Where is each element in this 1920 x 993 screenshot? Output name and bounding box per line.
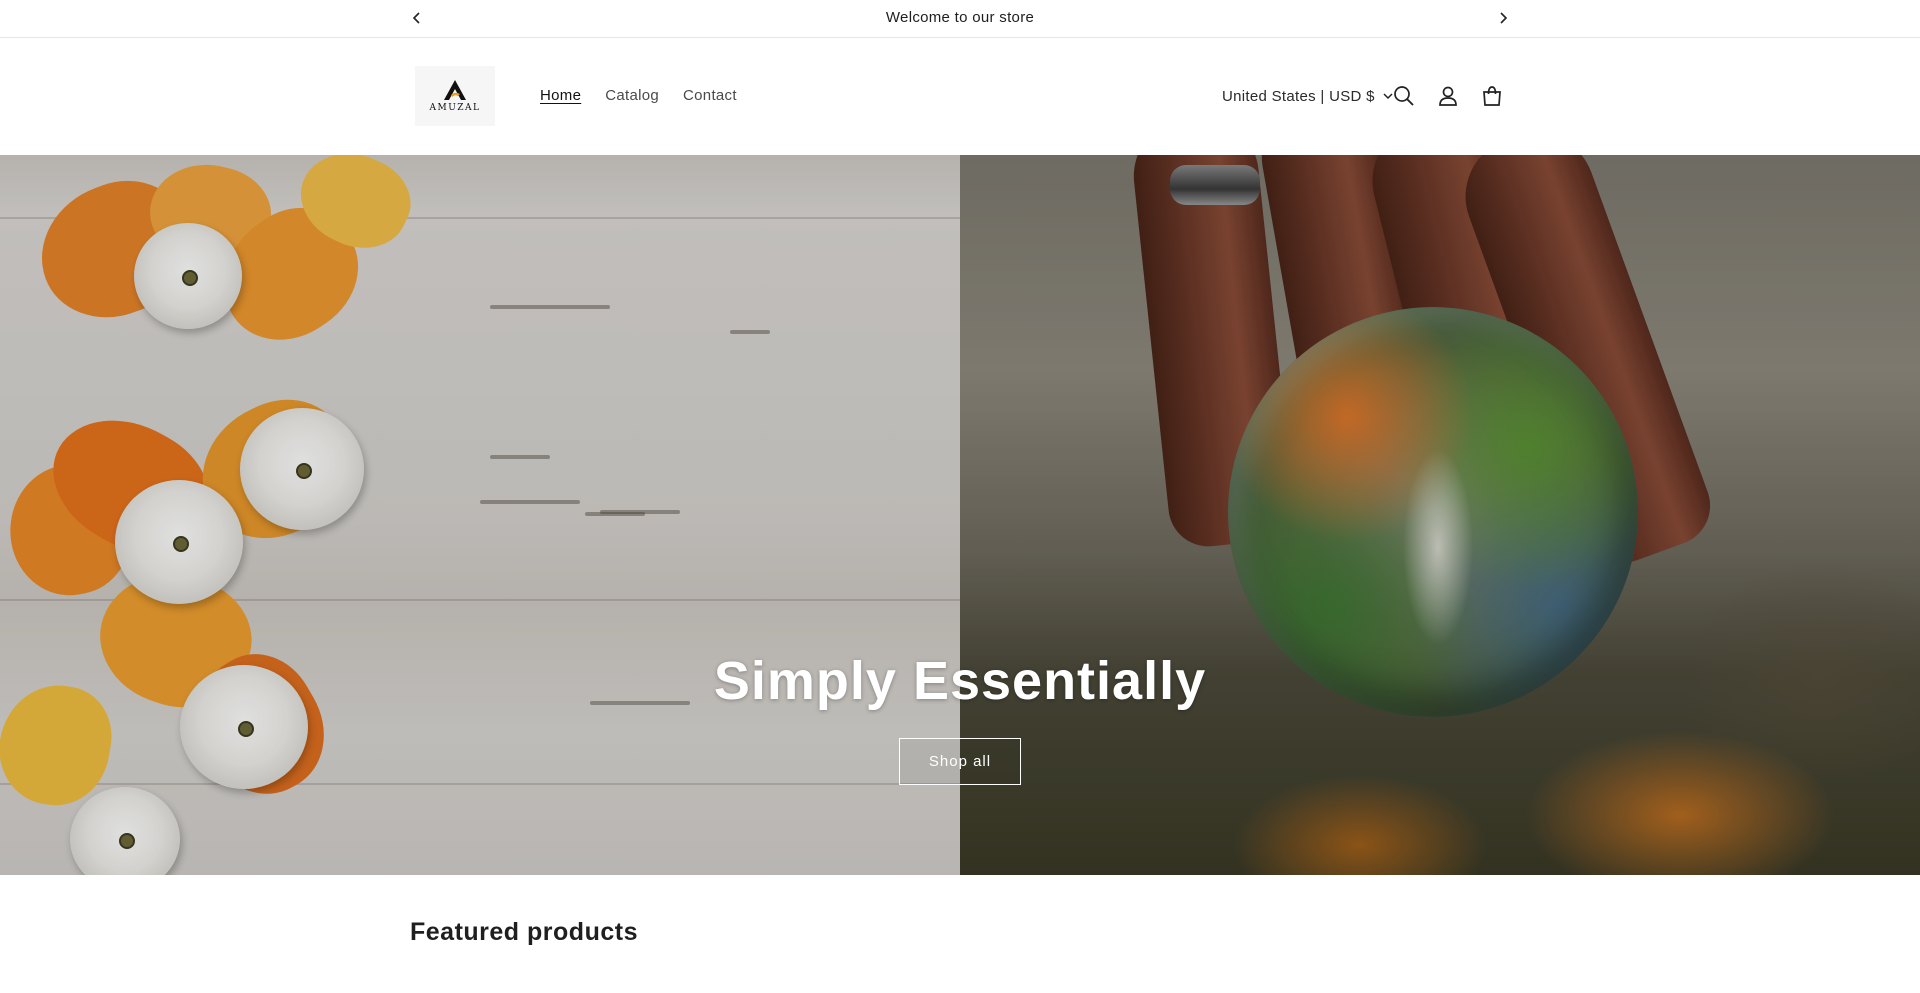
search-icon[interactable] (1390, 82, 1418, 110)
store-logo[interactable]: AMUZAL (415, 66, 495, 126)
country-selector-label: United States | USD $ (1222, 87, 1375, 105)
hero-title: Simply Essentially (713, 651, 1207, 711)
account-icon[interactable] (1434, 82, 1462, 110)
nav-contact[interactable]: Contact (683, 86, 737, 106)
hero-banner: Simply Essentially Shop all (0, 155, 1920, 875)
featured-products-heading: Featured products (410, 918, 638, 946)
cart-icon[interactable] (1478, 82, 1506, 110)
site-header: AMUZAL Home Catalog Contact United State… (0, 38, 1920, 155)
announcement-text: Welcome to our store (885, 9, 1035, 26)
nav-home[interactable]: Home (540, 86, 581, 106)
logo-wordmark: AMUZAL (429, 103, 481, 113)
shop-all-button[interactable]: Shop all (899, 738, 1021, 785)
chevron-right-icon[interactable] (1494, 9, 1512, 27)
country-selector[interactable]: United States | USD $ (1222, 86, 1393, 106)
main-nav: Home Catalog Contact (540, 86, 737, 106)
announcement-bar: Welcome to our store (0, 0, 1920, 38)
nav-catalog[interactable]: Catalog (605, 86, 659, 106)
logo-mark-icon (444, 80, 466, 100)
